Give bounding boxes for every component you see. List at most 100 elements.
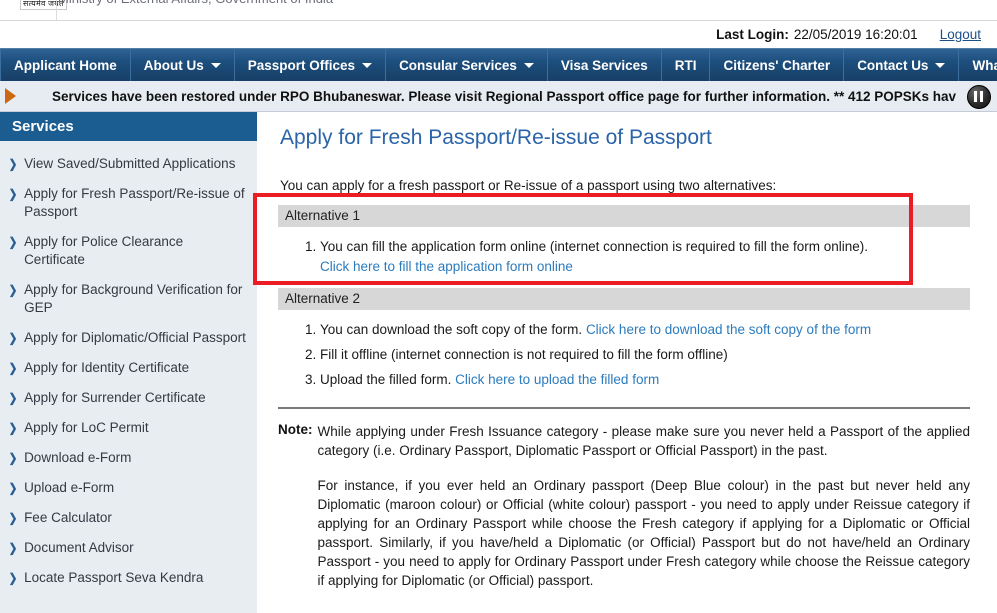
list-item: You can fill the application form online… (320, 237, 971, 276)
nav-item-about-us[interactable]: About Us (131, 49, 235, 81)
announcement-ticker: Services have been restored under RPO Bh… (0, 81, 997, 112)
nav-label: Applicant Home (14, 58, 117, 73)
note-label: Note: (278, 422, 313, 590)
sidebar-item-label: Locate Passport Seva Kendra (24, 569, 203, 587)
ministry-banner: सत्यमेव जयते Ministry of External Affair… (0, 0, 997, 21)
nav-item-rti[interactable]: RTI (662, 49, 711, 81)
chevron-down-icon (211, 63, 221, 68)
sidebar-item-label: View Saved/Submitted Applications (24, 155, 235, 173)
logout-link[interactable]: Logout (940, 27, 981, 42)
chevron-right-icon: ❯ (9, 479, 18, 497)
sidebar-item-label: Download e-Form (24, 449, 131, 467)
nav-label: Citizens' Charter (723, 58, 830, 73)
sidebar-item-apply-identity-certificate[interactable]: ❯ Apply for Identity Certificate (0, 359, 257, 377)
nav-label: Consular Services (399, 58, 517, 73)
sidebar-item-apply-background-verification-gep[interactable]: ❯ Apply for Background Verification for … (0, 281, 257, 317)
chevron-right-icon: ❯ (9, 389, 18, 407)
chevron-right-icon: ❯ (9, 155, 18, 173)
sidebar-list: ❯ View Saved/Submitted Applications ❯ Ap… (0, 141, 257, 587)
sidebar-item-label: Apply for LoC Permit (24, 419, 149, 437)
sidebar-item-apply-diplomatic-official-passport[interactable]: ❯ Apply for Diplomatic/Official Passport (0, 329, 257, 347)
alternative-2-list: You can download the soft copy of the fo… (278, 320, 971, 389)
nav-item-visa-services[interactable]: Visa Services (548, 49, 662, 81)
sidebar-item-locate-passport-seva-kendra[interactable]: ❯ Locate Passport Seva Kendra (0, 569, 257, 587)
chevron-right-icon: ❯ (9, 185, 18, 203)
nav-label: Visa Services (561, 58, 648, 73)
sidebar-item-apply-fresh-passport[interactable]: ❯ Apply for Fresh Passport/Re-issue of P… (0, 185, 257, 221)
fill-application-form-online-link[interactable]: Click here to fill the application form … (320, 257, 971, 276)
ministry-title: Ministry of External Affairs, Government… (58, 0, 333, 6)
page-body: Services ❯ View Saved/Submitted Applicat… (0, 112, 997, 613)
alternative-2-step1-text: You can download the soft copy of the fo… (320, 322, 582, 337)
page-title: Apply for Fresh Passport/Re-issue of Pas… (278, 126, 971, 150)
sidebar-item-apply-loc-permit[interactable]: ❯ Apply for LoC Permit (0, 419, 257, 437)
main-navigation: Applicant Home About Us Passport Offices… (0, 48, 997, 81)
sidebar-item-label: Apply for Surrender Certificate (24, 389, 206, 407)
alternative-2-step2-text: Fill it offline (internet connection is … (320, 347, 728, 362)
sidebar-item-label: Apply for Identity Certificate (24, 359, 189, 377)
upload-filled-form-link[interactable]: Click here to upload the filled form (455, 372, 659, 387)
nav-item-passport-offices[interactable]: Passport Offices (235, 49, 386, 81)
download-soft-copy-link[interactable]: Click here to download the soft copy of … (586, 322, 871, 337)
pause-icon[interactable] (967, 85, 991, 109)
chevron-right-icon: ❯ (9, 233, 18, 251)
alternative-1-step-text: You can fill the application form online… (320, 239, 868, 254)
sidebar-item-apply-surrender-certificate[interactable]: ❯ Apply for Surrender Certificate (0, 389, 257, 407)
chevron-down-icon (935, 63, 945, 68)
main-content: Apply for Fresh Passport/Re-issue of Pas… (258, 112, 997, 613)
chevron-right-icon: ❯ (9, 281, 18, 299)
nav-item-applicant-home[interactable]: Applicant Home (0, 49, 131, 81)
services-sidebar: Services ❯ View Saved/Submitted Applicat… (0, 112, 258, 613)
last-login-bar: Last Login: 22/05/2019 16:20:01 Logout (0, 21, 997, 48)
last-login-value: 22/05/2019 16:20:01 (794, 27, 918, 42)
note-paragraph-1: While applying under Fresh Issuance cate… (318, 422, 971, 460)
sidebar-item-download-e-form[interactable]: ❯ Download e-Form (0, 449, 257, 467)
sidebar-header: Services (0, 112, 257, 141)
chevron-down-icon (524, 63, 534, 68)
nav-item-contact-us[interactable]: Contact Us (844, 49, 959, 81)
section-divider (278, 407, 970, 409)
list-item: Fill it offline (internet connection is … (320, 345, 971, 364)
alternative-2-step3-text: Upload the filled form. (320, 372, 451, 387)
chevron-down-icon (362, 63, 372, 68)
nav-item-citizens-charter[interactable]: Citizens' Charter (710, 49, 844, 81)
sidebar-item-label: Upload e-Form (24, 479, 114, 497)
intro-text: You can apply for a fresh passport or Re… (280, 178, 971, 193)
chevron-right-icon: ❯ (9, 359, 18, 377)
note-paragraph-2: For instance, if you ever held an Ordina… (318, 476, 971, 590)
alternative-1-list: You can fill the application form online… (278, 237, 971, 276)
sidebar-item-upload-e-form[interactable]: ❯ Upload e-Form (0, 479, 257, 497)
sidebar-item-label: Apply for Fresh Passport/Re-issue of Pas… (24, 185, 247, 221)
nav-label: Contact Us (857, 58, 928, 73)
play-icon[interactable] (5, 88, 16, 104)
sidebar-item-document-advisor[interactable]: ❯ Document Advisor (0, 539, 257, 557)
sidebar-item-label: Apply for Background Verification for GE… (24, 281, 247, 317)
sidebar-item-label: Document Advisor (24, 539, 134, 557)
list-item: Upload the filled form. Click here to up… (320, 370, 971, 389)
banner-divider (56, 0, 57, 20)
nav-label: What's New (972, 58, 997, 73)
chevron-right-icon: ❯ (9, 329, 18, 347)
sidebar-item-label: Fee Calculator (24, 509, 112, 527)
chevron-right-icon: ❯ (9, 569, 18, 587)
alternative-2-heading: Alternative 2 (278, 288, 970, 310)
list-item: You can download the soft copy of the fo… (320, 320, 971, 339)
nav-item-consular-services[interactable]: Consular Services (386, 49, 548, 81)
sidebar-item-view-saved-submitted-applications[interactable]: ❯ View Saved/Submitted Applications (0, 155, 257, 173)
last-login-label: Last Login: (716, 27, 789, 42)
chevron-right-icon: ❯ (9, 419, 18, 437)
sidebar-item-label: Apply for Police Clearance Certificate (24, 233, 247, 269)
nav-label: About Us (144, 58, 204, 73)
note-section: Note: While applying under Fresh Issuanc… (278, 422, 970, 590)
nav-label: Passport Offices (248, 58, 355, 73)
sidebar-item-label: Apply for Diplomatic/Official Passport (24, 329, 246, 347)
chevron-right-icon: ❯ (9, 509, 18, 527)
nav-label: RTI (675, 58, 697, 73)
chevron-right-icon: ❯ (9, 449, 18, 467)
ticker-message: Services have been restored under RPO Bh… (52, 89, 997, 104)
note-body: While applying under Fresh Issuance cate… (318, 422, 971, 590)
sidebar-item-apply-police-clearance-certificate[interactable]: ❯ Apply for Police Clearance Certificate (0, 233, 257, 269)
nav-item-whats-new[interactable]: What's New (959, 49, 997, 81)
sidebar-item-fee-calculator[interactable]: ❯ Fee Calculator (0, 509, 257, 527)
chevron-right-icon: ❯ (9, 539, 18, 557)
